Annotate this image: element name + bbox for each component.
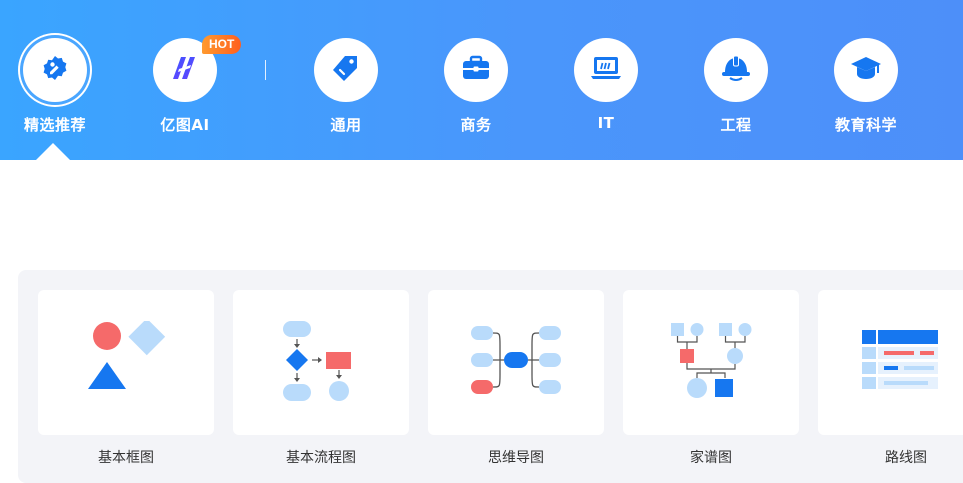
- recommend-badge-icon: [40, 53, 70, 87]
- category-business[interactable]: 商务: [426, 38, 526, 135]
- category-label: 教育科学: [834, 116, 897, 134]
- hot-badge: HOT: [202, 35, 242, 54]
- category-label: 商务: [460, 116, 492, 134]
- basic-flowchart-icon: [281, 319, 361, 407]
- category-circle: [314, 38, 378, 102]
- category-general[interactable]: 通用: [296, 38, 396, 135]
- template-card-roadmap[interactable]: 路线图: [818, 290, 963, 467]
- laptop-icon: [590, 55, 622, 85]
- hard-hat-icon: [720, 54, 752, 86]
- template-card-family-tree[interactable]: 家谱图: [623, 290, 799, 467]
- template-card-basic-block[interactable]: 基本框图: [38, 290, 214, 467]
- category-label: IT: [597, 114, 615, 132]
- template-name: 基本流程图: [286, 450, 356, 466]
- category-circle: [834, 38, 898, 102]
- template-thumbnail: [818, 290, 963, 435]
- template-thumbnail: [38, 290, 214, 435]
- tag-icon: [331, 53, 361, 87]
- briefcase-icon: [461, 54, 491, 86]
- category-divider: [265, 60, 266, 80]
- template-name: 路线图: [885, 450, 927, 466]
- template-thumbnail: [428, 290, 604, 435]
- family-tree-icon: [670, 321, 752, 405]
- template-name: 家谱图: [690, 450, 732, 466]
- template-card-basic-flowchart[interactable]: 基本流程图: [233, 290, 409, 467]
- category-it[interactable]: IT: [556, 38, 656, 132]
- category-circle: [23, 38, 87, 102]
- template-card-mind-map[interactable]: 思维导图: [428, 290, 604, 467]
- mind-map-icon: [470, 325, 562, 401]
- template-name: 基本框图: [98, 450, 154, 466]
- category-circle: [444, 38, 508, 102]
- template-thumbnail: [233, 290, 409, 435]
- category-label: 精选推荐: [23, 116, 86, 134]
- category-education-science[interactable]: 教育科学: [816, 38, 916, 135]
- graduation-cap-icon: [850, 54, 882, 86]
- basic-block-diagram-icon: [86, 317, 166, 405]
- category-recommended[interactable]: 精选推荐: [5, 38, 105, 135]
- template-name: 思维导图: [488, 450, 544, 466]
- template-thumbnail: [623, 290, 799, 435]
- roadmap-icon: [862, 329, 940, 396]
- category-label: 工程: [720, 116, 752, 134]
- category-label: 亿图AI: [160, 116, 210, 134]
- category-circle: [574, 38, 638, 102]
- category-label: 通用: [330, 116, 362, 134]
- category-engineering[interactable]: 工程: [686, 38, 786, 135]
- active-category-pointer: [36, 143, 70, 160]
- edraw-ai-logo-icon: [169, 55, 201, 85]
- category-circle: [704, 38, 768, 102]
